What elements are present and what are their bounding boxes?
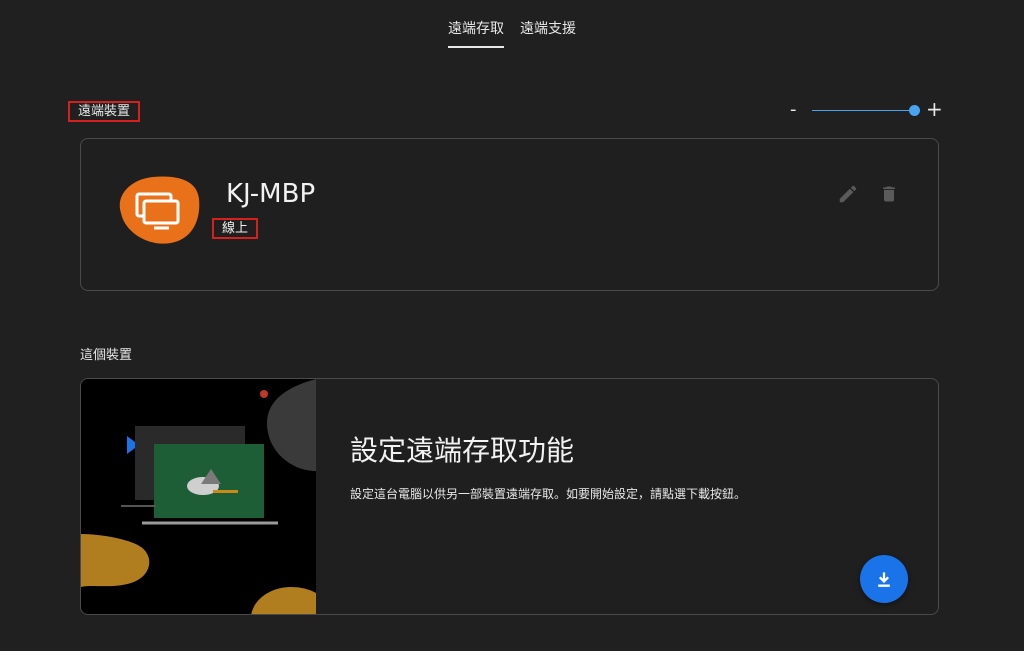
device-card[interactable]: KJ-MBP 線上: [80, 138, 939, 291]
zoom-slider-track[interactable]: [812, 110, 914, 111]
device-status-label: 線上: [212, 218, 259, 239]
top-tabs: 遠端存取 遠端支援: [0, 18, 1024, 48]
edit-icon[interactable]: [837, 183, 859, 205]
tab-remote-access[interactable]: 遠端存取: [448, 18, 504, 48]
setup-description: 設定這台電腦以供另一部裝置遠端存取。如要開始設定，請點選下載按鈕。: [350, 487, 747, 501]
zoom-in-button[interactable]: +: [926, 99, 943, 119]
tab-remote-support[interactable]: 遠端支援: [520, 18, 576, 48]
remote-devices-heading: 遠端裝置: [68, 100, 141, 122]
trash-icon[interactable]: [879, 183, 899, 205]
this-device-heading: 這個裝置: [80, 348, 133, 363]
monitor-icon: [113, 173, 203, 245]
zoom-out-button[interactable]: -: [790, 100, 797, 120]
device-status: 線上: [212, 217, 259, 239]
zoom-slider[interactable]: - +: [786, 99, 943, 120]
remote-devices-label: 遠端裝置: [68, 101, 141, 122]
zoom-slider-handle[interactable]: [909, 105, 920, 116]
setup-title: 設定遠端存取功能: [350, 434, 575, 467]
setup-illustration: [81, 379, 316, 614]
device-name: KJ-MBP: [226, 179, 316, 209]
setup-card: 設定遠端存取功能 設定這台電腦以供另一部裝置遠端存取。如要開始設定，請點選下載按…: [80, 378, 939, 615]
download-button[interactable]: [860, 555, 908, 603]
download-icon: [878, 572, 890, 587]
